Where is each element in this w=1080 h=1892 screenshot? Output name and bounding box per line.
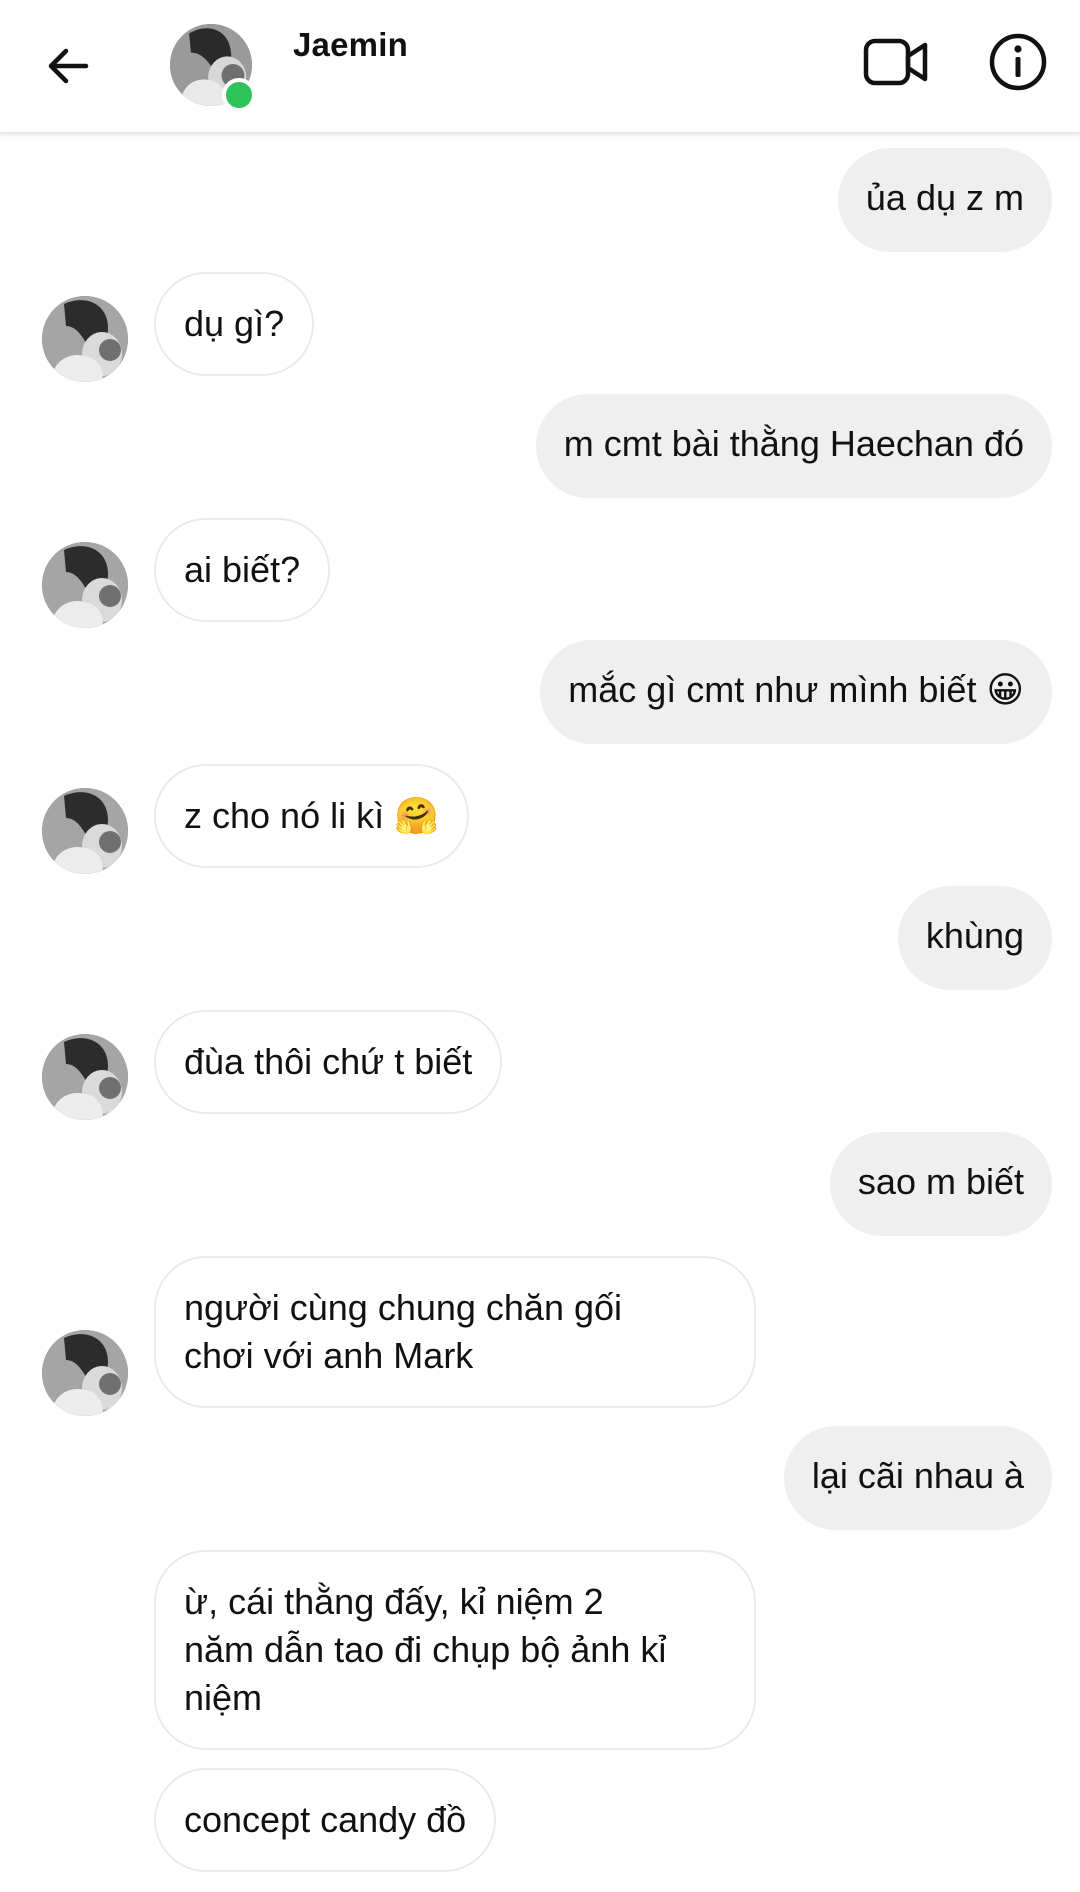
arrow-left-icon bbox=[48, 48, 89, 84]
message-row: khùng bbox=[897, 886, 1052, 990]
avatar bbox=[42, 1330, 128, 1416]
info-button[interactable] bbox=[978, 22, 1058, 102]
back-button[interactable] bbox=[32, 30, 104, 102]
message-row: m cmt bài thằng Haechan đó bbox=[535, 394, 1052, 498]
message-row: ừ, cái thằng đấy, kỉ niệm 2 năm dẫn tao … bbox=[154, 1550, 756, 1750]
message-bubble-outgoing[interactable]: ủa dụ z m bbox=[837, 148, 1052, 252]
message-row: đùa thôi chứ t biết bbox=[154, 1010, 503, 1114]
message-bubble-incoming[interactable]: ừ, cái thằng đấy, kỉ niệm 2 năm dẫn tao … bbox=[154, 1550, 756, 1750]
contact-avatar[interactable] bbox=[170, 24, 256, 112]
message-row: sao m biết bbox=[829, 1132, 1052, 1236]
video-camera-icon bbox=[863, 38, 928, 86]
message-bubble-outgoing[interactable]: mắc gì cmt như mình biết 😀 bbox=[540, 640, 1052, 744]
contact-avatar-small bbox=[42, 1034, 128, 1120]
message-bubble-outgoing[interactable]: lại cãi nhau à bbox=[783, 1426, 1052, 1530]
message-row: z cho nó li kì 🤗 bbox=[154, 764, 469, 868]
avatar bbox=[42, 1034, 128, 1120]
message-row: mắc gì cmt như mình biết 😀 bbox=[540, 640, 1052, 744]
message-bubble-incoming[interactable]: ai biết? bbox=[154, 518, 331, 622]
message-bubble-outgoing[interactable]: sao m biết bbox=[829, 1132, 1052, 1236]
contact-name[interactable]: Jaemin bbox=[293, 26, 408, 64]
message-row: ủa dụ z m bbox=[837, 148, 1052, 252]
avatar bbox=[42, 542, 128, 628]
contact-avatar-small bbox=[42, 296, 128, 382]
message-row: lại cãi nhau à bbox=[783, 1426, 1052, 1530]
contact-avatar-small bbox=[42, 1330, 128, 1416]
online-status-dot bbox=[222, 78, 256, 112]
message-bubble-incoming[interactable]: người cùng chung chăn gối chơi với anh M… bbox=[154, 1256, 756, 1408]
info-icon bbox=[989, 33, 1047, 91]
message-bubble-incoming[interactable]: đùa thôi chứ t biết bbox=[154, 1010, 503, 1114]
contact-avatar-small bbox=[42, 788, 128, 874]
message-bubble-outgoing[interactable]: m cmt bài thằng Haechan đó bbox=[535, 394, 1052, 498]
video-call-button[interactable] bbox=[856, 22, 936, 102]
avatar bbox=[42, 788, 128, 874]
contact-avatar-small bbox=[42, 542, 128, 628]
message-bubble-incoming[interactable]: dụ gì? bbox=[154, 272, 315, 376]
chat-header: Jaemin bbox=[0, 0, 1080, 133]
message-row: dụ gì? bbox=[154, 272, 315, 376]
message-bubble-incoming[interactable]: concept candy đồ bbox=[154, 1768, 497, 1872]
message-row: ai biết? bbox=[154, 518, 331, 622]
message-bubble-outgoing[interactable]: khùng bbox=[897, 886, 1052, 990]
message-row: concept candy đồ bbox=[154, 1768, 497, 1872]
avatar bbox=[42, 296, 128, 382]
message-row: người cùng chung chăn gối chơi với anh M… bbox=[154, 1256, 756, 1408]
message-bubble-incoming[interactable]: z cho nó li kì 🤗 bbox=[154, 764, 469, 868]
